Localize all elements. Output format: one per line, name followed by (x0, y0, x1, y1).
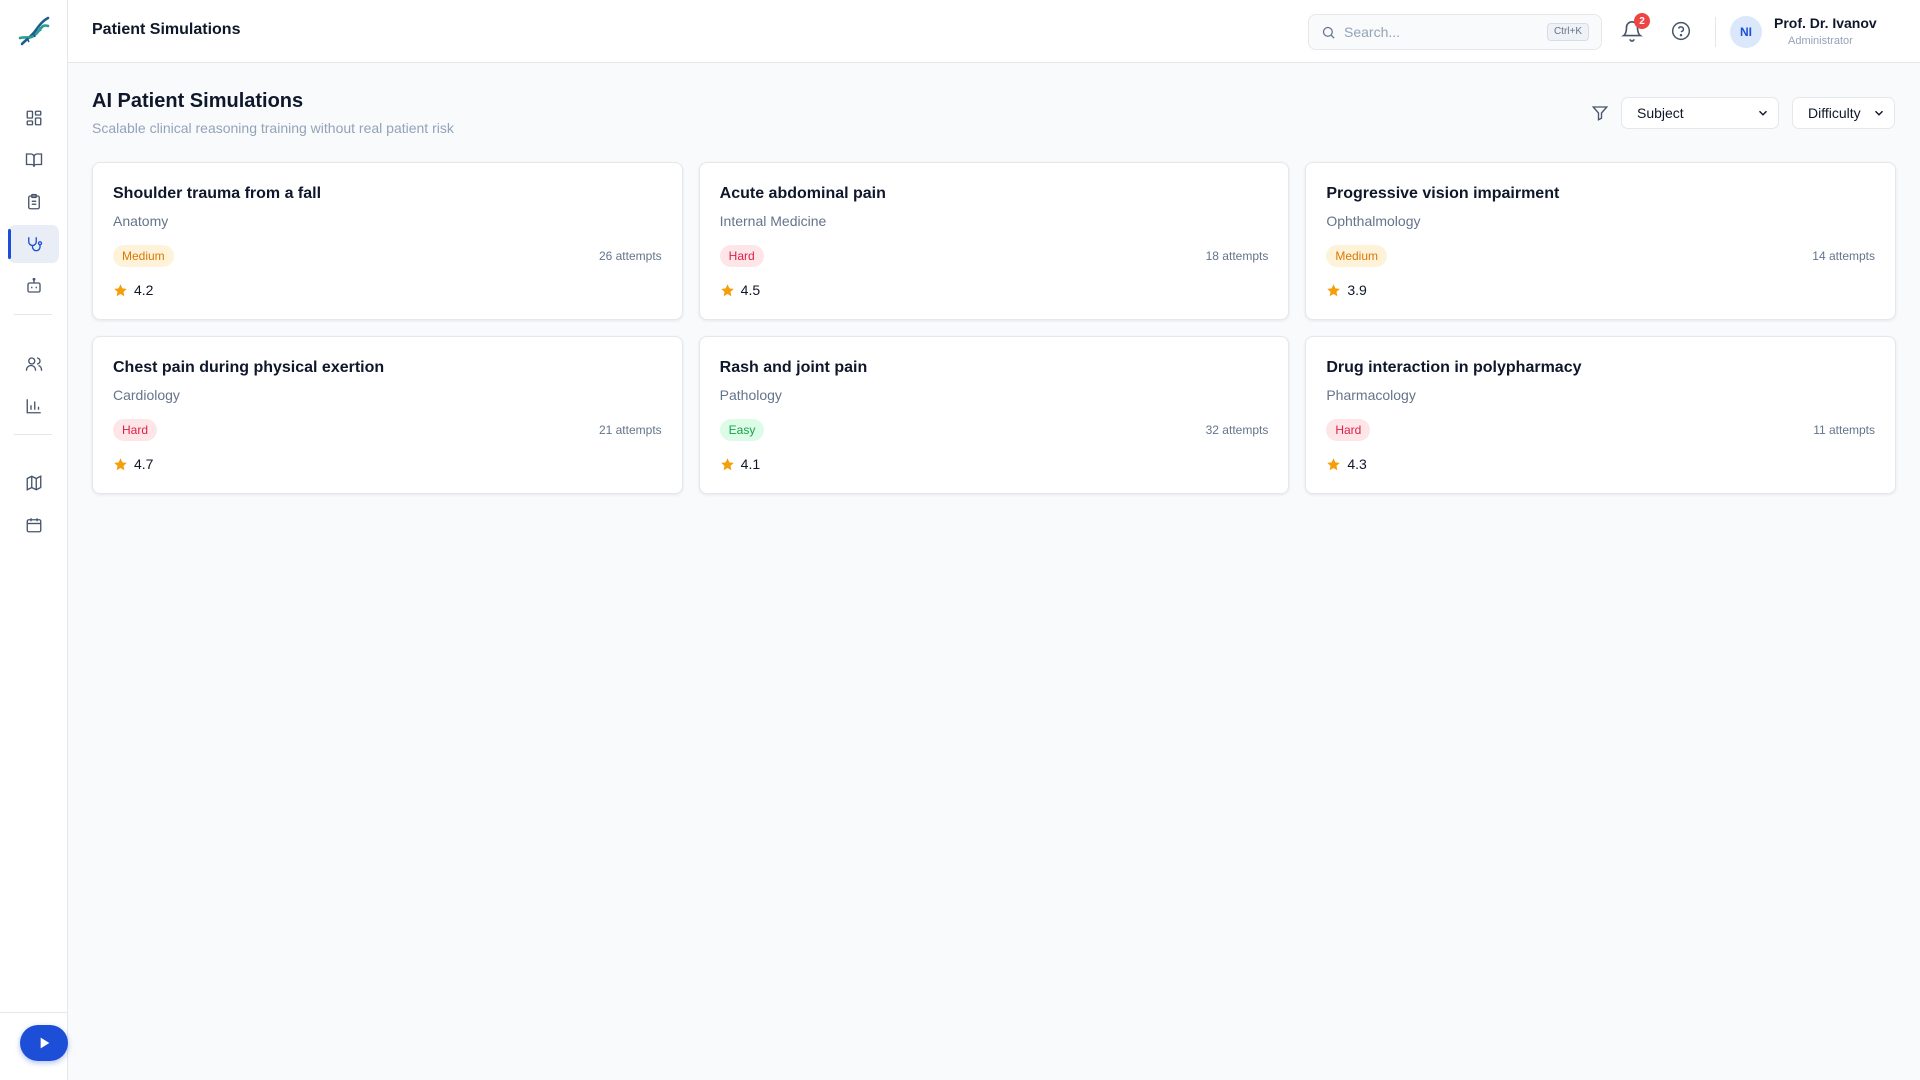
bar-chart-icon (26, 399, 41, 414)
rating: 3.9 (1326, 282, 1367, 298)
clipboard-icon (27, 193, 40, 210)
rating-value: 4.1 (740, 456, 761, 472)
start-simulation-button[interactable] (20, 1025, 68, 1061)
notification-count-badge: 2 (1634, 13, 1650, 29)
card-subject: Cardiology (113, 387, 180, 403)
search-input[interactable] (1344, 24, 1534, 40)
page-subtitle: Scalable clinical reasoning training wit… (92, 120, 454, 136)
rating-value: 4.3 (1347, 456, 1367, 472)
card-title: Acute abdominal pain (719, 185, 886, 202)
card-subject: Anatomy (113, 213, 169, 229)
card-title: Shoulder trauma from a fall (113, 185, 322, 202)
rating: 4.3 (1326, 456, 1367, 472)
sidebar-item-users[interactable] (8, 345, 59, 383)
star-icon (720, 283, 734, 296)
top-header: Patient Simulations Ctrl+K 2 NI Prof. Dr… (68, 0, 1920, 63)
card-subject: Ophthalmology (1326, 213, 1421, 229)
difficulty-badge: Medium (113, 245, 174, 267)
difficulty-select[interactable]: Difficulty (1792, 97, 1895, 129)
sidebar-item-analytics[interactable] (8, 387, 59, 425)
star-icon (114, 283, 127, 296)
rating: 4.7 (113, 456, 153, 472)
attempts-count: 14 attempts (1812, 249, 1875, 263)
bot-icon (26, 277, 41, 293)
sidebar-item-assessments[interactable] (8, 183, 59, 221)
star-icon (114, 457, 127, 470)
star-icon (1327, 283, 1341, 296)
card-subject: Internal Medicine (719, 213, 827, 229)
map-icon (26, 475, 41, 491)
sidebar-item-patient-simulations[interactable] (8, 225, 59, 263)
simulation-card[interactable]: Shoulder trauma from a fall Anatomy Medi… (92, 162, 683, 320)
attempts-count: 26 attempts (598, 249, 662, 263)
attempts-count: 11 attempts (1813, 423, 1875, 437)
card-title: Rash and joint pain (719, 359, 868, 376)
search-box[interactable]: Ctrl+K (1308, 14, 1602, 50)
attempts-count: 21 attempts (598, 423, 662, 437)
rating-value: 4.2 (134, 282, 154, 298)
filter-icon[interactable] (1591, 104, 1609, 122)
difficulty-badge: Hard (113, 419, 158, 441)
difficulty-badge: Hard (719, 245, 764, 267)
user-role: Administrator (1788, 35, 1853, 47)
avatar[interactable]: NI (1730, 16, 1762, 48)
sidebar-item-dashboard[interactable] (8, 99, 59, 137)
search-icon (1322, 26, 1335, 39)
card-subject: Pharmacology (1326, 387, 1416, 403)
difficulty-select-value: Difficulty (1808, 105, 1861, 121)
header-divider (1715, 17, 1716, 47)
sidebar-divider (14, 434, 52, 435)
subject-select[interactable]: Subject (1621, 97, 1779, 129)
card-title: Progressive vision impairment (1326, 185, 1560, 202)
simulation-card[interactable]: Drug interaction in polypharmacy Pharmac… (1305, 336, 1896, 494)
simulation-card[interactable]: Chest pain during physical exertion Card… (92, 336, 683, 494)
subject-select-value: Subject (1637, 105, 1684, 121)
search-shortcut-hint: Ctrl+K (1546, 23, 1589, 41)
rating: 4.5 (720, 282, 760, 298)
header-title: Patient Simulations (92, 21, 241, 38)
sidebar-item-curriculum-map[interactable] (8, 464, 59, 502)
difficulty-badge: Easy (719, 419, 765, 441)
user-name[interactable]: Prof. Dr. Ivanov (1774, 15, 1877, 31)
attempts-count: 32 attempts (1205, 423, 1269, 437)
calendar-icon (26, 518, 41, 533)
star-icon (1327, 457, 1341, 470)
sidebar-item-ai-assistant[interactable] (8, 267, 59, 305)
rating: 4.2 (113, 282, 153, 298)
sidebar-item-calendar[interactable] (8, 506, 59, 544)
card-title: Drug interaction in polypharmacy (1326, 359, 1582, 376)
help-icon[interactable] (1671, 21, 1691, 41)
sidebar-item-library[interactable] (8, 141, 59, 179)
sidebar-footer (0, 1012, 68, 1080)
simulation-card-grid: Shoulder trauma from a fall Anatomy Medi… (92, 162, 1896, 494)
users-icon (25, 357, 42, 371)
difficulty-badge: Hard (1326, 419, 1371, 441)
chevron-down-icon (1875, 110, 1883, 116)
rating-value: 4.5 (740, 282, 761, 298)
chevron-down-icon (1759, 110, 1767, 116)
card-subject: Pathology (719, 387, 782, 403)
stethoscope-icon (27, 237, 42, 252)
difficulty-badge: Medium (1326, 245, 1388, 267)
sidebar (0, 0, 68, 1080)
rating-value: 3.9 (1347, 282, 1367, 298)
play-icon (40, 1037, 50, 1049)
rating: 4.1 (720, 456, 760, 472)
book-icon (25, 153, 42, 167)
card-title: Chest pain during physical exertion (113, 359, 385, 376)
rating-value: 4.7 (134, 456, 154, 472)
simulation-card[interactable]: Progressive vision impairment Ophthalmol… (1305, 162, 1896, 320)
star-icon (720, 457, 734, 470)
dna-logo-icon[interactable] (18, 14, 50, 48)
attempts-count: 18 attempts (1205, 249, 1269, 263)
simulation-card[interactable]: Acute abdominal pain Internal Medicine H… (698, 162, 1290, 320)
simulation-card[interactable]: Rash and joint pain Pathology Easy 32 at… (698, 336, 1290, 494)
sidebar-divider (14, 314, 52, 315)
dashboard-icon (26, 110, 41, 126)
page-title: AI Patient Simulations (92, 90, 304, 112)
